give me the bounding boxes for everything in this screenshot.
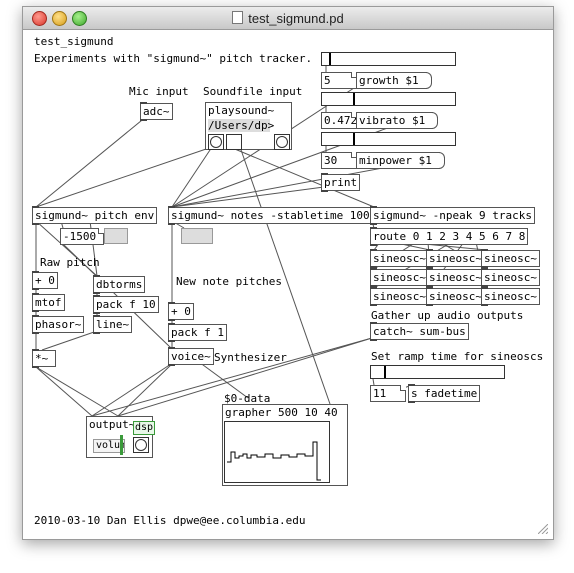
sigmund-npeak-object[interactable]: sigmund~ -npeak 9 tracks xyxy=(370,206,535,225)
grapher-subpatch[interactable]: grapher 500 10 40 80 xyxy=(222,404,348,486)
window-title: test_sigmund.pd xyxy=(23,11,553,26)
minpower-message[interactable]: minpower $1 xyxy=(356,152,445,169)
sineosc-3[interactable]: sineosc~ xyxy=(481,249,540,268)
output-mute-bang[interactable] xyxy=(133,437,149,453)
catch-sum-bus-object[interactable]: catch~ sum-bus xyxy=(370,322,469,341)
vibrato-number-box[interactable]: 0.472 xyxy=(321,112,357,129)
minpower-number-box[interactable]: 30 xyxy=(321,152,357,169)
mic-input-comment: Mic input xyxy=(129,85,189,98)
sineosc-8[interactable]: sineosc~ xyxy=(426,287,485,306)
sineosc-4[interactable]: sineosc~ xyxy=(370,268,429,287)
new-note-pitches-comment: New note pitches xyxy=(176,275,282,288)
vibrato-message[interactable]: vibrato $1 xyxy=(356,112,439,129)
fadetime-number-box[interactable]: 11 xyxy=(370,385,406,402)
vibrato-slider[interactable] xyxy=(321,92,456,106)
pack-f1-object[interactable]: pack f 1 xyxy=(168,323,227,342)
patch-description: Experiments with "sigmund~" pitch tracke… xyxy=(34,52,313,65)
notes-number-box[interactable] xyxy=(181,228,213,244)
sineosc-6[interactable]: sineosc~ xyxy=(481,268,540,287)
title-bar[interactable]: test_sigmund.pd xyxy=(23,7,553,30)
sineosc-9[interactable]: sineosc~ xyxy=(481,287,540,306)
playsound-label: playsound~ xyxy=(208,104,275,117)
resize-grip-icon[interactable] xyxy=(538,524,548,534)
raw-pitch-comment: Raw pitch xyxy=(40,256,100,269)
soundfile-input-comment: Soundfile input xyxy=(203,85,303,98)
output-label: output~ xyxy=(89,418,136,431)
document-icon xyxy=(232,11,244,24)
sineosc-1[interactable]: sineosc~ xyxy=(370,249,429,268)
playsound-subpatch[interactable]: playsound~ /Users/dp> xyxy=(205,102,292,150)
plus-zero-object[interactable]: + 0 xyxy=(32,271,58,290)
minpower-slider[interactable] xyxy=(321,132,456,146)
vibrato-slider-knob[interactable] xyxy=(353,93,355,105)
footer-comment: 2010-03-10 Dan Ellis dpwe@ee.columbia.ed… xyxy=(34,514,306,527)
patch-title: test_sigmund xyxy=(34,35,114,48)
adc-object[interactable]: adc~ xyxy=(140,102,173,121)
plus-zero-notes-object[interactable]: + 0 xyxy=(168,302,194,321)
growth-message[interactable]: growth $1 xyxy=(356,72,432,89)
pitch-trace xyxy=(227,441,321,481)
window-title-text: test_sigmund.pd xyxy=(248,11,344,26)
sigmund-notes-object[interactable]: sigmund~ notes -stabletime 100 xyxy=(168,206,373,225)
voice-object[interactable]: voice~ xyxy=(168,347,214,366)
print-object[interactable]: print xyxy=(321,173,361,192)
fadetime-slider-knob[interactable] xyxy=(384,366,386,378)
output-subpatch[interactable]: output~ dsp volum xyxy=(86,416,156,458)
route-object[interactable]: route 0 1 2 3 4 5 6 7 8 xyxy=(370,227,529,246)
playsound-play-bang[interactable] xyxy=(208,134,224,150)
sineosc-5[interactable]: sineosc~ xyxy=(426,268,485,287)
env-number-box[interactable] xyxy=(104,228,128,244)
fadetime-slider[interactable] xyxy=(370,365,505,379)
synthesizer-comment: Synthesizer xyxy=(214,351,287,364)
growth-number-box[interactable]: 5 xyxy=(321,72,357,89)
send-fadetime-object[interactable]: s fadetime xyxy=(408,384,481,403)
gather-outputs-comment: Gather up audio outputs xyxy=(371,309,524,322)
growth-slider-knob[interactable] xyxy=(329,53,331,65)
sigmund-pitch-env-object[interactable]: sigmund~ pitch env xyxy=(32,206,158,225)
playsound-loop-toggle[interactable] xyxy=(226,134,242,150)
playsound-path-field[interactable]: /Users/dp> xyxy=(208,119,274,132)
pitch-number-box[interactable]: -1500 xyxy=(60,228,104,245)
line-object[interactable]: line~ xyxy=(93,315,133,334)
playsound-open-bang[interactable] xyxy=(274,134,290,150)
multiply-signal-object[interactable]: *~ xyxy=(32,349,56,368)
dbtorms-object[interactable]: dbtorms xyxy=(93,275,146,294)
mtof-object[interactable]: mtof xyxy=(32,293,65,312)
volume-level-bar xyxy=(120,435,123,455)
growth-slider[interactable] xyxy=(321,52,456,66)
pitch-graph xyxy=(224,421,330,483)
dsp-toggle[interactable]: dsp xyxy=(133,421,156,435)
sineosc-2[interactable]: sineosc~ xyxy=(426,249,485,268)
minpower-slider-knob[interactable] xyxy=(353,133,355,145)
ramp-time-comment: Set ramp time for sineoscs xyxy=(371,350,544,363)
phasor-object[interactable]: phasor~ xyxy=(32,315,85,334)
sineosc-7[interactable]: sineosc~ xyxy=(370,287,429,306)
pack-f10-object[interactable]: pack f 10 xyxy=(93,295,159,314)
